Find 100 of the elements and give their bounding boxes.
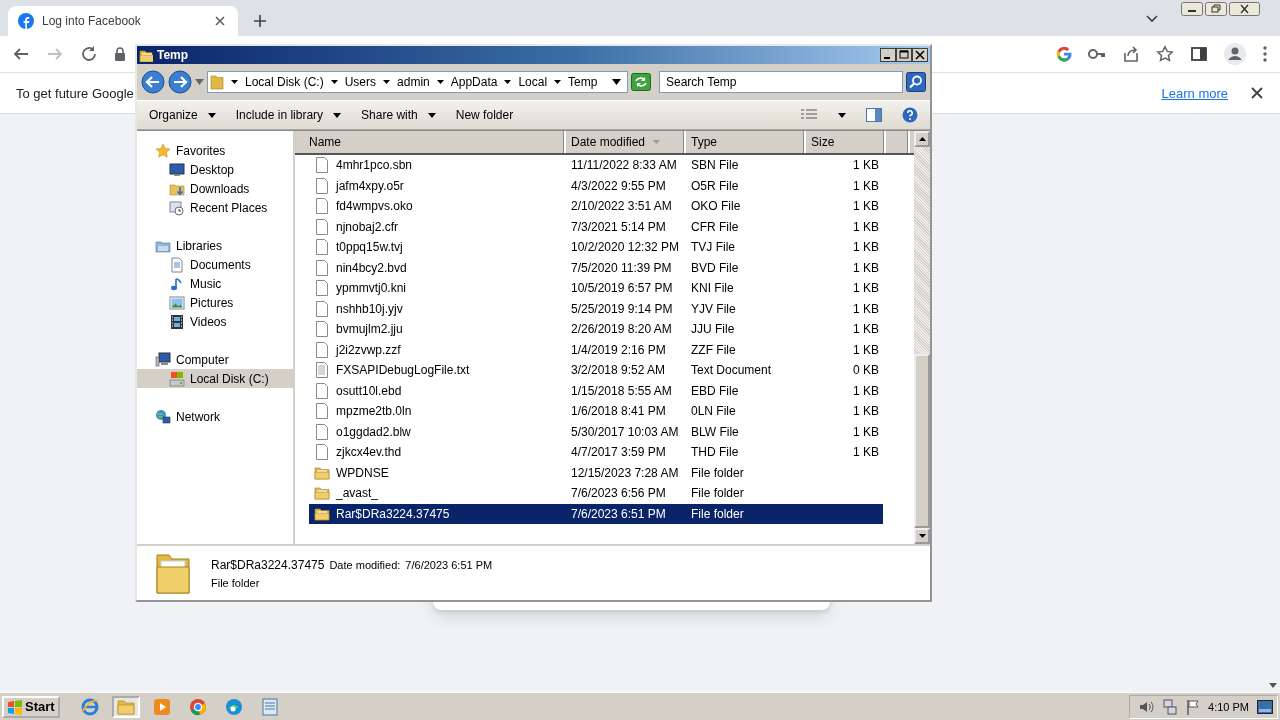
- edge-icon: [223, 696, 244, 717]
- file-name: nshhb10j.yjv: [336, 301, 403, 316]
- caret-icon[interactable]: [330, 80, 338, 84]
- size-cell-text: 1 KB: [852, 240, 880, 255]
- star-icon[interactable]: [1156, 45, 1174, 63]
- browser-tab[interactable]: Log into Facebook: [8, 6, 238, 36]
- file-row[interactable]: fd4wmpvs.oko 2/10/2022 3:51 AM OKO File 1 KB: [309, 196, 883, 217]
- file-row[interactable]: zjkcx4ev.thd 4/7/2017 3:59 PM THD File 1 KB: [309, 442, 883, 463]
- file-name: o1ggdad2.blw: [336, 424, 411, 439]
- share-icon[interactable]: [1122, 45, 1140, 63]
- close-icon[interactable]: [1250, 86, 1264, 100]
- breadcrumb-item[interactable]: admin: [397, 75, 430, 89]
- file-row[interactable]: j2i2zvwp.zzf 1/4/2019 2:16 PM ZZF File 1 KB: [309, 339, 883, 360]
- file-row[interactable]: _avast_ 7/6/2023 6:56 PM File folder: [309, 483, 883, 504]
- breadcrumb-item[interactable]: Temp: [568, 75, 598, 89]
- folder-icon: [139, 48, 153, 62]
- caret-icon[interactable]: [231, 80, 238, 84]
- file-row[interactable]: FXSAPIDebugLogFile.txt 3/2/2018 9:52 AM Text Document 0 KB: [309, 360, 883, 381]
- close-icon[interactable]: [1229, 2, 1260, 16]
- column-header[interactable]: Type: [686, 131, 806, 153]
- breadcrumb-item[interactable]: Local Disk (C:): [245, 75, 324, 89]
- date-cell-text: 5/30/2017 10:03 AM: [570, 424, 680, 439]
- caret-icon[interactable]: [504, 80, 512, 84]
- nav-item[interactable]: Pictures: [137, 293, 293, 312]
- nav-item[interactable]: Recent Places: [137, 198, 293, 217]
- address-bar[interactable]: Local Disk (C:) Users admin AppData Local Temp: [207, 71, 628, 93]
- nav-item[interactable]: Desktop: [137, 160, 293, 179]
- close-icon[interactable]: [912, 48, 928, 62]
- file-row[interactable]: nin4bcy2.bvd 7/5/2020 11:39 PM BVD File 1 KB: [309, 257, 883, 278]
- side-panel-icon[interactable]: [1190, 45, 1208, 63]
- nav-item[interactable]: Music: [137, 274, 293, 293]
- type-cell-text: OKO File: [690, 199, 742, 214]
- toolbar-button[interactable]: Organize: [149, 108, 216, 122]
- nav-item[interactable]: Videos: [137, 312, 293, 331]
- menu-icon[interactable]: [1262, 45, 1268, 63]
- nav-item[interactable]: Network: [137, 407, 293, 426]
- nav-item[interactable]: Favorites: [137, 141, 293, 160]
- nav-item[interactable]: Downloads: [137, 179, 293, 198]
- column-header[interactable]: Date modified: [566, 131, 686, 153]
- caret-icon[interactable]: [838, 112, 846, 118]
- file-row[interactable]: njnobaj2.cfr 7/3/2021 5:14 PM CFR File 1 KB: [309, 216, 883, 237]
- file-row[interactable]: mpzme2tb.0ln 1/6/2018 8:41 PM 0LN File 1 KB: [309, 401, 883, 422]
- file-row[interactable]: osutt10l.ebd 1/15/2018 5:55 AM EBD File 1 KB: [309, 380, 883, 401]
- file-row[interactable]: 4mhr1pco.sbn 11/11/2022 8:33 AM SBN File 1 KB: [309, 155, 883, 176]
- search-icon[interactable]: [906, 72, 926, 92]
- detail-label: Date modified:: [329, 558, 401, 571]
- column-header[interactable]: Name: [295, 131, 566, 153]
- clock[interactable]: 4:10 PM: [1208, 700, 1249, 713]
- toolbar-button[interactable]: New folder: [455, 108, 514, 122]
- file-name: osutt10l.ebd: [336, 383, 402, 398]
- disk-drive-icon: [169, 370, 185, 387]
- show-desktop-icon[interactable]: [1257, 699, 1273, 714]
- maximize-icon[interactable]: [896, 48, 912, 62]
- breadcrumb-item[interactable]: Users: [344, 75, 377, 89]
- reload-icon[interactable]: [80, 45, 98, 63]
- file-row[interactable]: ypmmvtj0.kni 10/5/2019 6:57 PM KNI File 1 KB: [309, 278, 883, 299]
- network-icon[interactable]: [1162, 698, 1179, 715]
- nav-item[interactable]: Libraries: [137, 236, 293, 255]
- type-cell-text: EBD File: [690, 383, 740, 398]
- scroll-down-icon[interactable]: [1269, 683, 1277, 688]
- folder-icon: [155, 551, 191, 595]
- file-row[interactable]: jafm4xpy.o5r 4/3/2022 9:55 PM O5R File 1 KB: [309, 175, 883, 196]
- scrollbar[interactable]: [914, 131, 930, 544]
- nav-item[interactable]: Local Disk (C:): [137, 369, 293, 388]
- refresh-icon[interactable]: [631, 73, 651, 91]
- file-row[interactable]: WPDNSE 12/15/2023 7:28 AM File folder: [309, 462, 883, 483]
- file-row[interactable]: bvmujlm2.jju 2/26/2019 8:20 AM JJU File 1 KB: [309, 319, 883, 340]
- profile-icon[interactable]: [1224, 43, 1246, 65]
- type-cell-text: JJU File: [690, 322, 736, 337]
- forward-icon[interactable]: [168, 70, 192, 94]
- down-arrow-icon[interactable]: [918, 534, 926, 538]
- preview-pane-icon[interactable]: [866, 108, 882, 122]
- learn-more-link[interactable]: Learn more: [1161, 85, 1228, 101]
- file-row[interactable]: o1ggdad2.blw 5/30/2017 10:03 AM BLW File 1 KB: [309, 421, 883, 442]
- column-header[interactable]: Size: [806, 131, 886, 153]
- toolbar-button[interactable]: Share with: [361, 108, 436, 122]
- minimize-icon[interactable]: [880, 48, 896, 62]
- start-button[interactable]: Start: [2, 695, 60, 718]
- nav-item[interactable]: Documents: [137, 255, 293, 274]
- up-arrow-icon[interactable]: [918, 137, 926, 141]
- new-tab-icon[interactable]: [252, 13, 268, 29]
- minimize-icon[interactable]: [1181, 2, 1203, 16]
- caret-icon[interactable]: [383, 80, 391, 84]
- google-icon[interactable]: [1056, 46, 1072, 62]
- flag-icon[interactable]: [1186, 698, 1201, 715]
- file-row[interactable]: t0ppq15w.tvj 10/2/2020 12:32 PM TVJ File 1 KB: [309, 237, 883, 258]
- search-field[interactable]: Search Temp: [659, 71, 903, 93]
- breadcrumb-item[interactable]: Local: [518, 75, 548, 89]
- breadcrumb-item[interactable]: AppData: [450, 75, 498, 89]
- help-icon[interactable]: [902, 107, 918, 123]
- caret-icon[interactable]: [436, 80, 444, 84]
- file-row[interactable]: nshhb10j.yjv 5/25/2019 9:14 PM YJV File 1 KB: [309, 298, 883, 319]
- toolbar-button[interactable]: Include in library: [235, 108, 342, 122]
- caret-icon[interactable]: [554, 80, 562, 84]
- size-cell-text: 0 KB: [852, 363, 880, 378]
- file-row[interactable]: Rar$DRa3224.37475 7/6/2023 6:51 PM File folder: [309, 503, 883, 524]
- caret-icon[interactable]: [612, 79, 621, 85]
- back-icon[interactable]: [141, 70, 165, 94]
- restore-icon[interactable]: [1205, 2, 1227, 16]
- nav-item[interactable]: Computer: [137, 350, 293, 369]
